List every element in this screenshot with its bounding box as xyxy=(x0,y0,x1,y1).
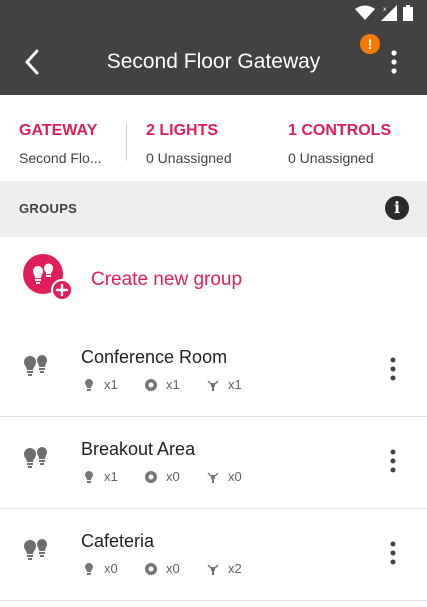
wall-control-icon xyxy=(206,562,220,576)
light-group-icon xyxy=(24,355,47,376)
group-counts: x1 x0 x0 xyxy=(82,469,268,484)
sensor-icon xyxy=(144,562,158,576)
bulb-icon xyxy=(82,562,96,576)
divider xyxy=(126,123,127,161)
svg-text:x: x xyxy=(383,6,387,13)
light-group-icon xyxy=(24,447,47,468)
light-count: x1 xyxy=(82,469,144,484)
lights-label: 2 LIGHTS xyxy=(146,122,219,139)
controls-label: 1 CONTROLS xyxy=(288,122,392,139)
group-row-breakout-area[interactable]: Breakout Area x1 x0 x0 xyxy=(0,417,427,509)
more-vert-icon xyxy=(390,449,396,473)
bulb-icon xyxy=(82,470,96,484)
control-count: x1 xyxy=(206,377,268,392)
gateway-stat[interactable]: GATEWAY Second Flo... xyxy=(19,121,102,167)
create-group-button[interactable]: Create new group xyxy=(0,237,427,325)
light-count: x0 xyxy=(82,561,144,576)
app-bar: x Second Floor Gateway ! xyxy=(0,0,427,95)
controls-stat[interactable]: 1 CONTROLS 0 Unassigned xyxy=(288,121,391,167)
sensor-count: x0 xyxy=(144,561,206,576)
create-group-label: Create new group xyxy=(91,269,243,290)
wifi-icon xyxy=(355,5,375,26)
group-menu-button[interactable] xyxy=(381,445,405,477)
group-menu-button[interactable] xyxy=(381,537,405,569)
gateway-summary: GATEWAY Second Flo... 2 LIGHTS 0 Unassig… xyxy=(0,95,427,181)
group-name: Cafeteria xyxy=(81,531,155,551)
warning-icon[interactable]: ! xyxy=(360,34,380,54)
add-group-icon xyxy=(23,254,73,301)
lights-unassigned: 0 Unassigned xyxy=(146,150,232,166)
group-menu-button[interactable] xyxy=(381,353,405,385)
controls-unassigned: 0 Unassigned xyxy=(288,150,374,166)
sensor-count: x0 xyxy=(144,469,206,484)
gateway-label: GATEWAY xyxy=(19,122,98,139)
cell-signal-icon: x xyxy=(381,5,397,26)
group-counts: x0 x0 x2 xyxy=(82,561,268,576)
sensor-count: x1 xyxy=(144,377,206,392)
control-count: x0 xyxy=(206,469,268,484)
group-counts: x1 x1 x1 xyxy=(82,377,268,392)
more-vert-icon xyxy=(390,541,396,565)
overflow-menu-button[interactable] xyxy=(382,46,406,78)
status-bar-icons: x xyxy=(355,5,413,26)
group-name: Conference Room xyxy=(81,347,228,367)
lights-stat[interactable]: 2 LIGHTS 0 Unassigned xyxy=(146,121,232,167)
sensor-icon xyxy=(144,470,158,484)
wall-control-icon xyxy=(206,470,220,484)
info-icon[interactable]: i xyxy=(385,196,409,220)
gateway-name: Second Flo... xyxy=(19,150,102,166)
sensor-icon xyxy=(144,378,158,392)
groups-section-header: GROUPS xyxy=(0,181,427,237)
group-row-conference-room[interactable]: Conference Room x1 x1 x1 xyxy=(0,325,427,417)
more-vert-icon xyxy=(391,50,397,74)
light-count: x1 xyxy=(82,377,144,392)
control-count: x2 xyxy=(206,561,268,576)
more-vert-icon xyxy=(390,357,396,381)
group-row-cafeteria[interactable]: Cafeteria x0 x0 x2 xyxy=(0,509,427,601)
bulb-icon xyxy=(82,378,96,392)
battery-icon xyxy=(403,5,413,26)
groups-heading: GROUPS xyxy=(19,201,78,216)
light-group-icon xyxy=(24,539,47,560)
group-name: Breakout Area xyxy=(81,439,196,459)
wall-control-icon xyxy=(206,378,220,392)
